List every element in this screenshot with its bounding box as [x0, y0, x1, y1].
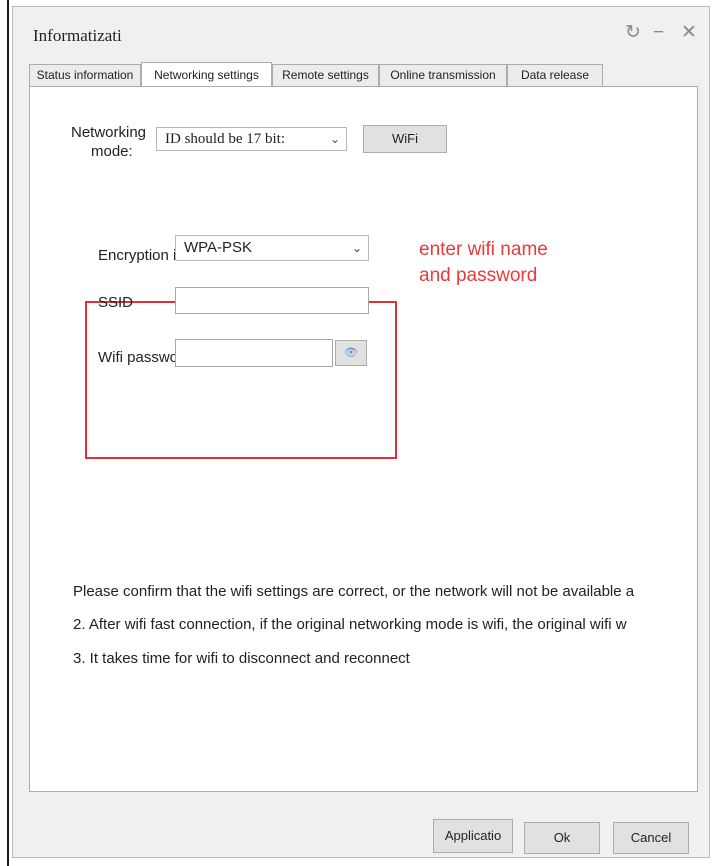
annotation-text-line2: and password [419, 265, 538, 286]
networking-mode-value: ID should be 17 bit: [165, 131, 285, 147]
chevron-down-icon: ⌄ [351, 241, 362, 255]
networking-mode-select[interactable]: ID should be 17 bit: ⌄ [156, 127, 347, 151]
tab-data-release[interactable]: Data release [507, 64, 603, 86]
wifi-button[interactable]: WiFi [363, 125, 447, 153]
annotation-highlight-box [85, 301, 397, 459]
tab-remote-settings[interactable]: Remote settings [272, 64, 379, 86]
encryption-value: WPA-PSK [184, 239, 253, 256]
ssid-input[interactable] [175, 287, 369, 314]
networking-settings-panel: Networking mode: ID should be 17 bit: ⌄ … [29, 86, 698, 792]
tab-online-transmission[interactable]: Online transmission [379, 64, 507, 86]
note-line-3: 3. It takes time for wifi to disconnect … [73, 650, 410, 667]
title-bar: Informatizati ↻ − ✕ [13, 7, 709, 59]
dialog-window: Informatizati ↻ − ✕ Status information N… [12, 6, 710, 858]
tab-networking-settings[interactable]: Networking settings [141, 62, 272, 86]
tab-status-information[interactable]: Status information [29, 64, 141, 86]
apply-button[interactable]: Applicatio [433, 819, 513, 853]
ssid-label: SSID [98, 294, 134, 311]
frame-border [7, 0, 9, 866]
encryption-select[interactable]: WPA-PSK ⌄ [175, 235, 369, 261]
wifi-password-label: Wifi passwo [98, 349, 179, 366]
networking-mode-label-line1: Networking [71, 124, 147, 141]
note-line-1: Please confirm that the wifi settings ar… [73, 583, 635, 600]
annotation-text-line1: enter wifi name [419, 239, 548, 260]
ok-button[interactable]: Ok [524, 822, 600, 854]
cancel-button[interactable]: Cancel [613, 822, 689, 854]
close-icon[interactable]: ✕ [681, 23, 697, 43]
wifi-password-input[interactable] [175, 339, 333, 367]
note-line-2: 2. After wifi fast connection, if the or… [73, 616, 627, 633]
encryption-label: Encryption i [98, 247, 177, 264]
networking-mode-label-line2: mode: [91, 143, 133, 160]
chevron-down-icon: ⌄ [329, 132, 340, 146]
minimize-icon[interactable]: − [653, 23, 664, 43]
show-password-eye-icon[interactable]: 👁 [335, 340, 367, 366]
refresh-icon[interactable]: ↻ [625, 23, 641, 43]
window-title: Informatizati [33, 26, 122, 45]
